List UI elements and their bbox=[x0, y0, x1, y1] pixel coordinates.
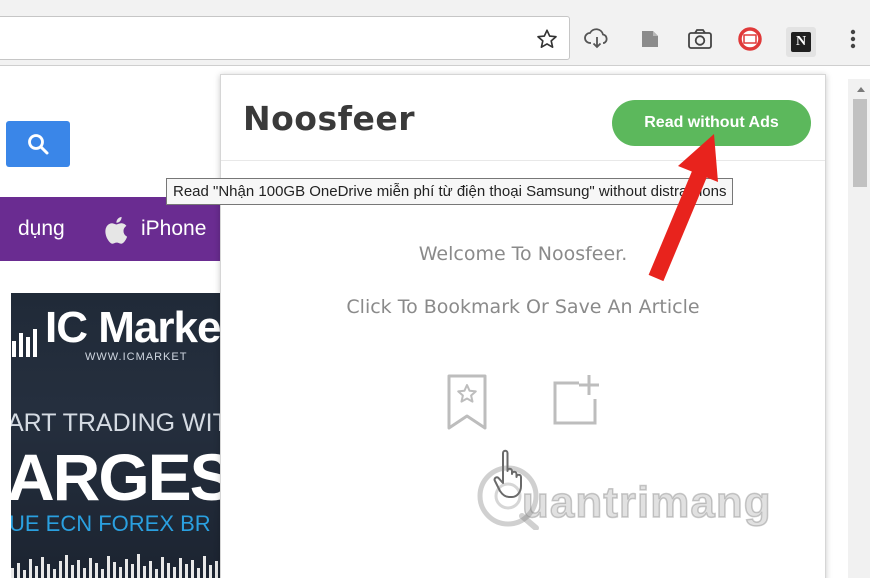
apple-icon bbox=[104, 215, 132, 251]
scroll-up-arrow-icon[interactable] bbox=[856, 85, 866, 93]
search-button[interactable] bbox=[6, 121, 70, 167]
address-bar[interactable] bbox=[0, 16, 570, 60]
browser-toolbar: N bbox=[0, 0, 870, 66]
ad-subline: UE ECN FOREX BR bbox=[11, 511, 211, 536]
cloud-download-icon[interactable] bbox=[584, 26, 610, 52]
red-circle-icon[interactable] bbox=[737, 26, 763, 52]
kebab-menu-icon[interactable] bbox=[840, 26, 866, 52]
equalizer-bars-graphic bbox=[12, 329, 37, 357]
ad-banner[interactable]: IC Marke WWW.ICMARKET ART TRADING WIT AR… bbox=[11, 293, 222, 578]
bookmark-star-icon[interactable] bbox=[534, 26, 560, 52]
bookmark-article-icon[interactable] bbox=[445, 373, 489, 436]
camera-icon[interactable] bbox=[687, 26, 713, 52]
nav-item-iphone[interactable]: iPhone bbox=[141, 217, 206, 241]
noosfeer-extension-icon[interactable]: N bbox=[786, 27, 816, 57]
noosfeer-extension-letter: N bbox=[791, 32, 811, 52]
watermark-text: uantrimang bbox=[521, 477, 772, 528]
ad-brand-text: IC Marke bbox=[45, 303, 221, 352]
save-article-icon[interactable] bbox=[549, 373, 605, 434]
ad-tagline: ART TRADING WIT bbox=[11, 409, 222, 437]
instruction-text: Click To Bookmark Or Save An Article bbox=[346, 296, 700, 318]
scrollbar-thumb[interactable] bbox=[853, 99, 867, 187]
note-icon[interactable] bbox=[637, 26, 663, 52]
noosfeer-logo: Noosfeer bbox=[243, 99, 415, 138]
screen: N dụng iPhone IC Marke WWW.ICMARKET ART … bbox=[0, 0, 870, 578]
site-nav-bar: dụng iPhone bbox=[0, 197, 222, 261]
ad-url-text: WWW.ICMARKET bbox=[85, 351, 188, 363]
search-icon bbox=[28, 134, 49, 155]
equalizer-strip-graphic bbox=[11, 554, 218, 578]
red-arrow-annotation bbox=[648, 134, 718, 282]
ad-headline: ARGES bbox=[11, 440, 222, 514]
nav-item-dung[interactable]: dụng bbox=[18, 217, 65, 241]
